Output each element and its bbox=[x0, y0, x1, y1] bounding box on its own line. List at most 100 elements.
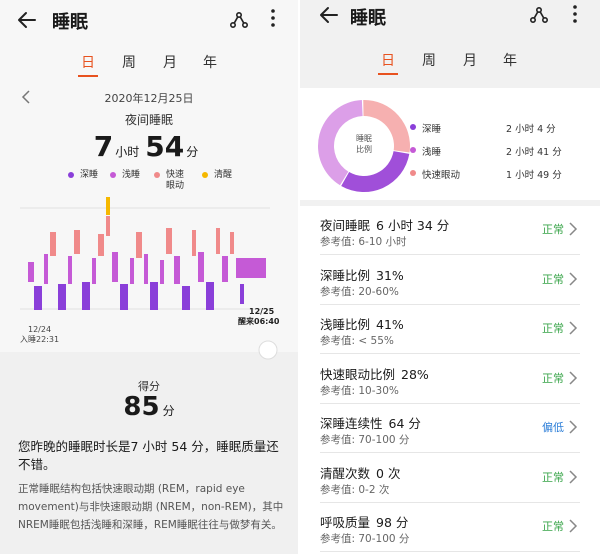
share-icon[interactable] bbox=[528, 4, 550, 26]
share-icon[interactable] bbox=[228, 9, 250, 31]
metric-reference: 参考值: 70-100 分 bbox=[320, 434, 410, 446]
sleep-stage-bar-light bbox=[160, 260, 164, 284]
metric-row-light-ratio[interactable]: 浅睡比例 41% 参考值: < 55% 正常 bbox=[320, 305, 580, 354]
metric-value: 31% bbox=[376, 267, 404, 283]
sleep-stage-bar-deep bbox=[82, 282, 90, 310]
legend-rem-label: 快速 眼动 bbox=[166, 170, 185, 191]
metric-value: 0 次 bbox=[376, 465, 401, 481]
total-sleep-duration: 7 小时 54 分 bbox=[0, 130, 298, 163]
back-arrow-icon[interactable] bbox=[16, 9, 38, 31]
more-options-icon[interactable] bbox=[570, 1, 580, 27]
metric-name: 快速眼动比例 28% bbox=[320, 364, 429, 383]
legend-deep-dot bbox=[68, 172, 74, 178]
sleep-stage-bar-rem bbox=[192, 230, 196, 256]
sleep-stage-chart: 12/24 入睡22:31 12/25 醒来06:40 bbox=[20, 197, 280, 344]
legend-rem-dot bbox=[154, 172, 160, 178]
chevron-right-icon[interactable] bbox=[568, 222, 578, 236]
app-bar: 睡眠 bbox=[0, 0, 298, 40]
metric-name: 浅睡比例 41% bbox=[320, 314, 404, 333]
breakdown-row-light: 浅睡 2 小时 41 分 bbox=[410, 143, 590, 158]
tab-month[interactable]: 月 bbox=[458, 50, 482, 70]
tab-month[interactable]: 月 bbox=[158, 52, 182, 72]
metric-row-breathing-quality[interactable]: 呼吸质量 98 分参考值: 70-100 分 正常 bbox=[320, 503, 580, 552]
tab-week[interactable]: 周 bbox=[117, 52, 141, 72]
metric-row-awake-count[interactable]: 清醒次数 0 次参考值: 0-2 次 正常 bbox=[320, 454, 580, 503]
wake-time: 醒来06:40 bbox=[238, 316, 280, 326]
breakdown-label: 浅睡 bbox=[422, 147, 442, 158]
tab-day[interactable]: 日 bbox=[376, 50, 400, 70]
back-arrow-icon[interactable] bbox=[318, 4, 340, 26]
legend-awake-label: 清醒 bbox=[214, 170, 233, 180]
legend-light-dot bbox=[110, 172, 116, 178]
tab-year[interactable]: 年 bbox=[498, 50, 522, 70]
legend-awake-dot bbox=[202, 172, 208, 178]
metric-row-rem-ratio[interactable]: 快速眼动比例 28% 参考值: 10-30% 正常 bbox=[320, 355, 580, 404]
metric-row-deep-ratio[interactable]: 深睡比例 31% 参考值: 20-60% 正常 bbox=[320, 256, 580, 305]
period-tabs: 日 周 月 年 bbox=[300, 50, 600, 80]
sleep-stage-bar-deep bbox=[206, 282, 214, 310]
chevron-right-icon[interactable] bbox=[568, 271, 578, 286]
sleep-stage-bar-rem bbox=[106, 216, 110, 236]
sleep-stage-bar-light bbox=[68, 256, 72, 284]
sleep-stage-bar-deep bbox=[120, 284, 128, 310]
metric-row-deep-continuity[interactable]: 深睡连续性 64 分参考值: 70-100 分 偏低 bbox=[320, 404, 580, 453]
sleep-stage-bar-deep bbox=[34, 286, 42, 310]
tab-week[interactable]: 周 bbox=[417, 50, 441, 70]
active-tab-indicator bbox=[78, 75, 98, 77]
score-value: 85 bbox=[123, 392, 160, 422]
metric-label: 呼吸质量 bbox=[320, 515, 371, 530]
metric-value: 64 分 bbox=[388, 416, 421, 431]
minutes-value: 54 bbox=[145, 130, 185, 163]
minutes-unit: 分 bbox=[186, 145, 199, 159]
app-bar: 睡眠 bbox=[300, 0, 600, 40]
metric-reference: 参考值: 10-30% bbox=[320, 384, 399, 397]
metric-status-badge: 正常 bbox=[542, 272, 564, 286]
breakdown-row-deep: 深睡 2 小时 4 分 bbox=[410, 120, 590, 135]
chevron-right-icon[interactable] bbox=[568, 420, 578, 434]
deep-dot bbox=[410, 124, 416, 130]
metric-label: 深睡连续性 bbox=[320, 416, 383, 431]
hours-value: 7 bbox=[93, 130, 114, 163]
sleep-day-panel: 睡眠 日 周 月 年 2020年12月25日 夜间睡眠 7 小时 54 分 深睡 浅睡… bbox=[0, 0, 298, 554]
breakdown-value: 2 小时 41 分 bbox=[506, 147, 562, 158]
night-sleep-label: 夜间睡眠 bbox=[124, 113, 173, 127]
metric-status-badge: 正常 bbox=[542, 223, 564, 236]
metric-reference: 参考值: 0-2 次 bbox=[320, 483, 390, 496]
rem-dot bbox=[410, 170, 416, 176]
sleep-stage-bar-light bbox=[92, 258, 96, 284]
chevron-right-icon[interactable] bbox=[568, 519, 578, 533]
active-tab-indicator bbox=[378, 73, 398, 75]
metric-label: 夜间睡眠 bbox=[320, 218, 371, 233]
sleep-stage-bar-light bbox=[198, 252, 204, 282]
tab-day[interactable]: 日 bbox=[76, 52, 100, 72]
metric-status-badge: 正常 bbox=[542, 520, 564, 533]
tab-year[interactable]: 年 bbox=[198, 52, 222, 72]
sleep-stage-bar-deep bbox=[240, 284, 244, 304]
donut-center-label: 睡眠 比例 bbox=[356, 134, 372, 154]
metric-status-badge: 偏低 bbox=[542, 421, 564, 434]
breakdown-label: 快速眼动 bbox=[422, 170, 461, 181]
chevron-right-icon[interactable] bbox=[568, 370, 578, 385]
period-tabs: 日 周 月 年 bbox=[0, 52, 298, 82]
metric-status-badge: 正常 bbox=[542, 371, 564, 385]
sleep-stage-bar-light bbox=[44, 254, 48, 284]
sleep-summary-text: 您昨晚的睡眠时长是7 小时 54 分，睡眠质量还不错。 bbox=[18, 439, 279, 472]
sleep-stage-bar-rem bbox=[98, 234, 104, 256]
metric-row-night-sleep[interactable]: 夜间睡眠 6 小时 34 分参考值: 6-10 小时 正常 bbox=[320, 206, 580, 255]
metric-status-badge: 正常 bbox=[542, 322, 564, 335]
scrubber-handle-icon[interactable] bbox=[256, 338, 280, 362]
metric-reference: 参考值: 70-100 分 bbox=[320, 533, 410, 545]
chevron-right-icon[interactable] bbox=[568, 469, 578, 484]
hours-unit: 小时 bbox=[115, 145, 140, 159]
donut-segment-deep bbox=[341, 151, 410, 192]
metric-name: 夜间睡眠 6 小时 34 分 bbox=[320, 215, 449, 234]
breakdown-value: 2 小时 4 分 bbox=[506, 124, 556, 135]
sleep-stage-bar-deep bbox=[58, 284, 66, 310]
chevron-right-icon[interactable] bbox=[568, 321, 578, 335]
page-title: 睡眠 bbox=[52, 12, 88, 33]
more-options-icon[interactable] bbox=[268, 5, 278, 31]
sleep-detail-panel: 睡眠 日 周 月 年 睡眠 比例 深睡 2 小时 4 分 浅睡 2 小时 41 … bbox=[300, 0, 600, 554]
metric-value: 6 小时 34 分 bbox=[376, 218, 450, 233]
light-dot bbox=[410, 147, 416, 153]
metric-label: 深睡比例 bbox=[320, 267, 371, 283]
